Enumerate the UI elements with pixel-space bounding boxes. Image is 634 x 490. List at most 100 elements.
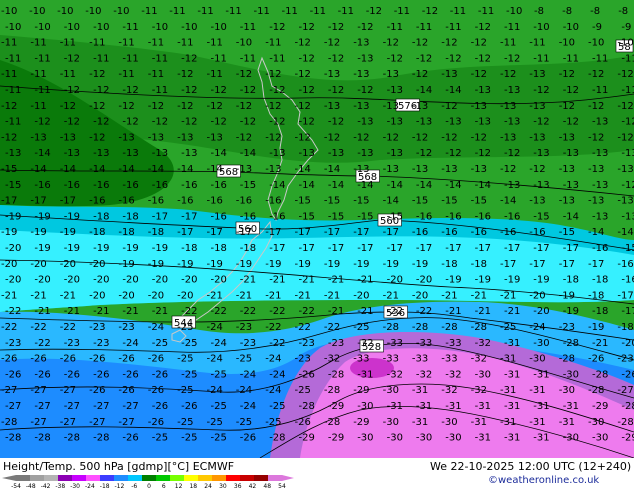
temperature-label: -21 [265, 290, 281, 301]
temperature-label: -20 [621, 338, 634, 349]
temperature-label: -21 [207, 290, 223, 301]
temperature-label: -12 [265, 101, 281, 112]
temperature-label: -21 [34, 306, 50, 317]
temperature-label: -23 [64, 338, 80, 349]
temperature-label: -13 [383, 164, 399, 175]
temperature-label: -19 [324, 259, 340, 270]
temperature-label: -11 [122, 22, 138, 33]
temperature-label: -11 [211, 53, 227, 64]
temperature-label: -17 [588, 259, 604, 270]
temperature-label: -13 [533, 180, 549, 191]
temperature-label: -13 [471, 164, 487, 175]
temperature-label: -21 [269, 275, 285, 286]
temperature-label: -22 [34, 338, 50, 349]
colorbar-low-arrow [2, 475, 16, 481]
temperature-label: -31 [500, 385, 516, 396]
temperature-label: -13 [324, 69, 340, 80]
temperature-label: -19 [295, 259, 311, 270]
temperature-label: -11 [265, 38, 281, 49]
temperature-label: -19 [563, 306, 579, 317]
temperature-label: -12 [445, 53, 461, 64]
temperature-label: -12 [89, 101, 105, 112]
temperature-label: -20 [533, 306, 549, 317]
temperature-label: -11 [5, 85, 21, 96]
temperature-label: -32 [416, 369, 432, 380]
temperature-label: -24 [236, 385, 252, 396]
temperature-label: -12 [295, 101, 311, 112]
temperature-label: -17 [324, 227, 340, 238]
temperature-label: -16 [152, 180, 168, 191]
temperature-label: -33 [441, 354, 457, 365]
temperature-label: -11 [118, 69, 134, 80]
temperature-label: -26 [148, 354, 164, 365]
temperature-label: -13 [471, 101, 487, 112]
credit-link[interactable]: ©weatheronline.co.uk [488, 475, 599, 486]
temperature-label: -33 [412, 354, 428, 365]
temperature-label: -32 [475, 338, 491, 349]
temperature-label: -29 [353, 385, 369, 396]
temperature-label: -31 [387, 401, 403, 412]
temperature-label: -21 [592, 338, 608, 349]
temperature-label: -25 [177, 322, 193, 333]
temperature-label: -15 [533, 211, 549, 222]
temperature-label: -14 [563, 211, 579, 222]
temperature-label: -10 [563, 22, 579, 33]
temperature-label: -15 [559, 227, 575, 238]
temperature-label: -13 [592, 180, 608, 191]
temperature-label: -20 [353, 290, 369, 301]
temperature-label: -19 [60, 227, 76, 238]
temperature-label: -17 [500, 259, 516, 270]
temperature-label: -18 [148, 227, 164, 238]
temperature-label: -10 [5, 22, 21, 33]
temperature-label: -13 [529, 69, 545, 80]
temperature-label: -20 [181, 275, 197, 286]
temperature-label: -31 [504, 369, 520, 380]
temperature-label: -13 [441, 69, 457, 80]
temperature-label: -18 [592, 306, 608, 317]
temperature-label: -12 [181, 117, 197, 128]
temperature-label: -13 [328, 148, 344, 159]
colorbar-swatch [142, 475, 157, 481]
temperature-label: -26 [30, 354, 46, 365]
temperature-label: -11 [60, 69, 76, 80]
colorbar-tick-label: 54 [278, 483, 286, 489]
temperature-label: -19 [34, 211, 50, 222]
temperature-label: -26 [588, 354, 604, 365]
temperature-label: -26 [299, 369, 315, 380]
temperature-label: -28 [269, 433, 285, 444]
temperature-label: -15 [353, 196, 369, 207]
temperature-label: -31 [559, 417, 575, 428]
temperature-label: -18 [617, 322, 633, 333]
temperature-label: -31 [504, 401, 520, 412]
temperature-label: -13 [621, 148, 634, 159]
temperature-label: -16 [529, 227, 545, 238]
temperature-label: -21 [295, 290, 311, 301]
temperature-label: -28 [592, 369, 608, 380]
temperature-label: -12 [269, 85, 285, 96]
temperature-label: -13 [563, 180, 579, 191]
temperature-label: -15 [324, 196, 340, 207]
temperature-label: -13 [416, 117, 432, 128]
temperature-label: -17 [177, 227, 193, 238]
colorbar-swatch [100, 475, 115, 481]
temperature-label: -19 [559, 290, 575, 301]
temperature-label: -12 [236, 132, 252, 143]
temperature-label: -11 [177, 38, 193, 49]
temperature-label: -11 [34, 85, 50, 96]
temperature-label: -13 [122, 148, 138, 159]
temperature-label: -24 [265, 354, 281, 365]
temperature-label: -31 [504, 433, 520, 444]
temperature-label: -26 [122, 369, 138, 380]
temperature-label: -19 [122, 243, 138, 254]
temperature-label: -14 [475, 180, 491, 191]
temperature-label: -12 [1, 132, 17, 143]
temperature-label: -27 [64, 401, 80, 412]
temperature-label: -28 [328, 369, 344, 380]
temperature-label: -20 [122, 275, 138, 286]
temperature-label: -16 [177, 196, 193, 207]
colorbar-tick-label: 0 [147, 483, 151, 489]
temperature-label: -21 [328, 306, 344, 317]
temperature-label: -11 [504, 22, 520, 33]
temperature-label: -25 [181, 369, 197, 380]
temperature-label: -30 [357, 433, 373, 444]
